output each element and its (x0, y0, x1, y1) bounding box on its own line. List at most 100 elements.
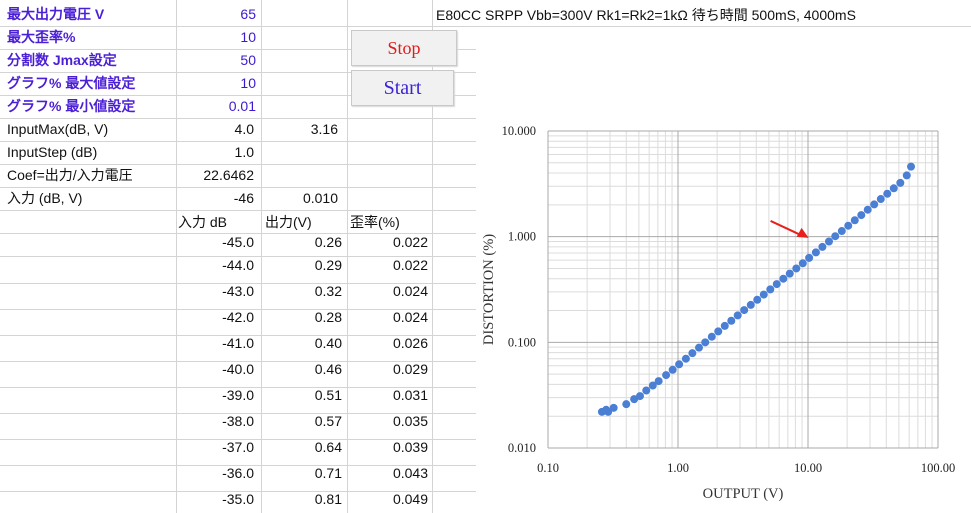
data-point (740, 306, 749, 315)
data-point (907, 162, 916, 171)
data-point (707, 332, 716, 341)
data-point (675, 360, 684, 369)
data-point (753, 295, 762, 304)
setting-value[interactable]: 1.0 (180, 141, 254, 163)
y-tick-label: 1.000 (508, 230, 536, 244)
data-point (870, 200, 879, 209)
param-label: 最大歪率% (7, 29, 76, 45)
table-cell-input-db: -35.0 (222, 491, 254, 507)
table-cell-distortion: 0.043 (392, 465, 428, 481)
table-cell-output: 0.26 (314, 234, 342, 250)
setting-extra: 3.16 (310, 121, 338, 137)
data-point (831, 232, 840, 241)
data-point (844, 221, 853, 230)
table-cell-output: 0.46 (314, 361, 342, 377)
data-point (889, 184, 898, 193)
table-cell-distortion: 0.024 (392, 309, 428, 325)
table-cell-output: 0.32 (314, 283, 342, 299)
table-cell-output: 0.28 (314, 309, 342, 325)
table-header-distortion: 歪率(%) (350, 214, 400, 230)
data-point (772, 280, 781, 289)
table-cell-input-db: -38.0 (222, 413, 254, 429)
table-cell-input-db: -42.0 (222, 309, 254, 325)
data-point (727, 316, 736, 325)
data-point (662, 371, 671, 380)
data-point (622, 400, 631, 409)
setting-label: 入力 (dB, V) (7, 190, 83, 206)
y-tick-label: 0.100 (508, 335, 536, 349)
table-cell-distortion: 0.039 (392, 439, 428, 455)
table-cell-distortion: 0.035 (392, 413, 428, 429)
table-cell-distortion: 0.022 (392, 257, 428, 273)
table-cell-distortion: 0.029 (392, 361, 428, 377)
data-point (681, 354, 690, 363)
data-point (779, 274, 788, 283)
data-point (811, 248, 820, 257)
y-tick-label: 0.010 (508, 441, 536, 455)
data-point (824, 237, 833, 246)
table-cell-input-db: -40.0 (222, 361, 254, 377)
setting-value[interactable]: 22.6462 (180, 164, 254, 186)
data-point (896, 178, 905, 187)
setting-extra: 0.010 (302, 190, 338, 206)
data-point (642, 386, 651, 395)
param-value[interactable]: 0.01 (180, 95, 256, 117)
start-button[interactable]: Start (351, 70, 454, 106)
table-cell-input-db: -45.0 (222, 234, 254, 250)
table-cell-distortion: 0.024 (392, 283, 428, 299)
table-cell-distortion: 0.031 (392, 387, 428, 403)
table-cell-output: 0.64 (314, 439, 342, 455)
annotation-arrow-shaft (770, 220, 802, 236)
table-cell-distortion: 0.022 (392, 234, 428, 250)
param-label: グラフ% 最大値設定 (7, 75, 136, 91)
table-cell-input-db: -41.0 (222, 335, 254, 351)
data-point (688, 349, 697, 358)
table-header-output-v: 出力(V) (265, 214, 312, 230)
x-axis-title: OUTPUT (V) (703, 486, 784, 502)
table-cell-output: 0.57 (314, 413, 342, 429)
table-cell-distortion: 0.026 (392, 335, 428, 351)
table-cell-output: 0.51 (314, 387, 342, 403)
table-header-input-db: 入力 dB (178, 214, 228, 230)
chart-canvas: 0.10 1.00 10.00 100.00 10.000 1.000 0.100 0.010… (481, 124, 955, 502)
param-label: 最大出力電圧 V (7, 6, 105, 22)
table-cell-input-db: -36.0 (222, 465, 254, 481)
data-point (850, 216, 859, 225)
table-cell-distortion: 0.049 (392, 491, 428, 507)
y-axis-title: DISTORTION (%) (481, 234, 497, 345)
data-point (798, 259, 807, 268)
table-cell-output: 0.81 (314, 491, 342, 507)
data-point (609, 403, 618, 412)
setting-extra (262, 141, 338, 163)
data-point (766, 285, 775, 294)
param-value[interactable]: 10 (180, 72, 256, 94)
data-point (654, 377, 663, 386)
stop-button[interactable]: Stop (351, 30, 457, 66)
data-point (863, 205, 872, 214)
setting-extra (262, 164, 338, 186)
setting-value[interactable]: -46 (180, 187, 254, 209)
x-tick-label: 1.00 (667, 461, 689, 475)
param-label: 分割数 Jmax設定 (7, 52, 117, 68)
setting-label: InputMax(dB, V) (7, 121, 109, 137)
data-point (635, 392, 644, 401)
data-point (714, 327, 723, 336)
data-point (785, 269, 794, 278)
param-value[interactable]: 10 (180, 26, 256, 48)
x-tick-label: 0.10 (537, 461, 559, 475)
data-point (837, 227, 846, 236)
setting-value[interactable]: 4.0 (180, 118, 254, 140)
x-tick-label: 10.00 (794, 461, 822, 475)
x-tick-label: 100.00 (921, 461, 955, 475)
data-point (759, 290, 768, 299)
setting-label: InputStep (dB) (7, 144, 98, 160)
param-value[interactable]: 50 (180, 49, 256, 71)
param-value[interactable]: 65 (180, 3, 256, 25)
table-cell-input-db: -44.0 (222, 257, 254, 273)
param-label: グラフ% 最小値設定 (7, 98, 136, 114)
data-point (694, 343, 703, 352)
data-point (857, 211, 866, 220)
data-point (818, 242, 827, 251)
table-cell-output: 0.71 (314, 465, 342, 481)
data-point (902, 171, 911, 180)
